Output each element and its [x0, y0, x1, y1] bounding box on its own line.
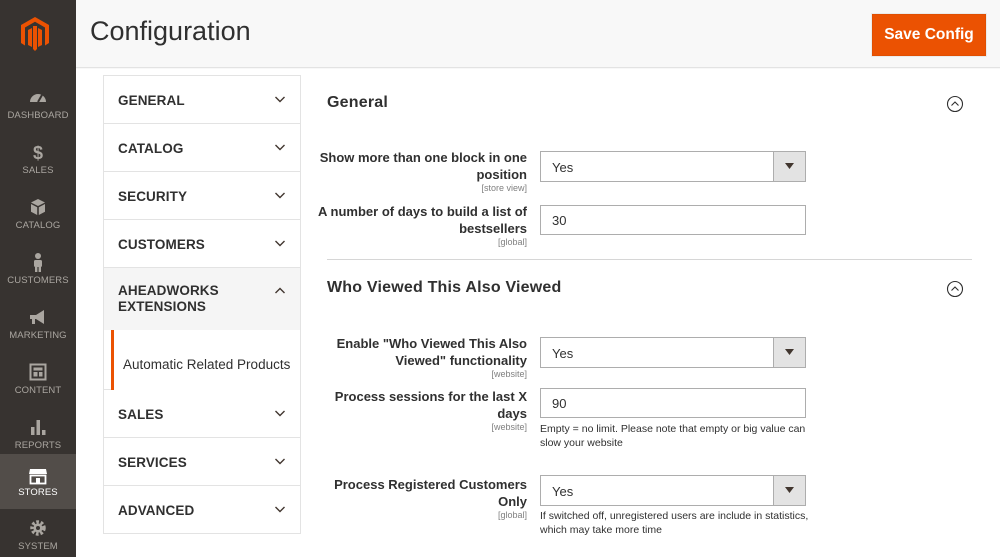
caret-down-icon	[785, 349, 794, 355]
menu-item-stores[interactable]: STORES	[0, 454, 76, 509]
menu-item-dashboard[interactable]: DASHBOARD	[0, 78, 76, 133]
tab-group-items: Automatic Related Products	[104, 330, 300, 390]
dollar-icon: $	[33, 143, 43, 162]
svg-text:$: $	[33, 143, 43, 162]
person-icon	[34, 253, 42, 272]
section-title: Who Viewed This Also Viewed	[327, 279, 562, 296]
select-toggle[interactable]	[773, 152, 805, 181]
tab-label: CUSTOMERS	[118, 237, 205, 252]
chevron-up-icon	[275, 287, 285, 294]
config-content: GENERAL CATALOG SECURITY CUSTOMERS AHEAD…	[76, 69, 1000, 557]
multi-block-select[interactable]: Yes	[540, 151, 806, 182]
field-label-text: A number of days to build a list of best…	[318, 204, 527, 236]
chevron-down-icon	[275, 410, 285, 417]
select-value: Yes	[552, 484, 574, 499]
layout-icon	[29, 363, 47, 381]
tab-label: SALES	[118, 407, 164, 422]
save-config-button[interactable]: Save Config	[872, 14, 986, 56]
scope-label: [website]	[491, 422, 527, 432]
menu-item-customers[interactable]: CUSTOMERS	[0, 243, 76, 298]
chevron-down-icon	[275, 240, 285, 247]
tab-label: SERVICES	[118, 455, 187, 470]
scope-label: [website]	[491, 369, 527, 379]
gear-icon	[30, 520, 46, 536]
collapse-icon[interactable]	[946, 280, 964, 298]
enable-wvav-label: Enable "Who Viewed This Also Viewed" fun…	[317, 335, 527, 380]
page-header: Configuration Save Config	[76, 0, 1000, 68]
select-toggle[interactable]	[773, 338, 805, 367]
menu-label: MARKETING	[9, 330, 67, 341]
tab-label: GENERAL	[118, 93, 185, 108]
sessions-days-label: Process sessions for the last X days [we…	[317, 388, 527, 433]
bestseller-days-input[interactable]	[540, 205, 806, 235]
tab-label: ADVANCED	[118, 503, 195, 518]
menu-label: DASHBOARD	[7, 110, 69, 121]
menu-item-sales[interactable]: $ SALES	[0, 133, 76, 188]
tab-sales[interactable]: SALES	[104, 390, 300, 438]
section-title: General	[327, 94, 388, 111]
chevron-down-icon	[275, 144, 285, 151]
field-label-text: Process sessions for the last X days	[334, 389, 527, 421]
tab-security[interactable]: SECURITY	[104, 172, 300, 220]
select-value: Yes	[552, 160, 574, 175]
field-label-text: Process Registered Customers Only	[334, 477, 527, 509]
menu-label: CATALOG	[15, 220, 61, 231]
tab-label: SECURITY	[118, 189, 188, 204]
select-value: Yes	[552, 346, 574, 361]
registered-only-label: Process Registered Customers Only [globa…	[317, 476, 527, 521]
caret-down-icon	[785, 487, 794, 493]
multi-block-label: Show more than one block in one position…	[317, 149, 527, 194]
tab-label: AHEADWORKS EXTENSIONS	[118, 283, 219, 314]
tab-automatic-related-products[interactable]: Automatic Related Products	[111, 330, 300, 390]
tab-general[interactable]: GENERAL	[104, 76, 300, 124]
section-wvav-header[interactable]: Who Viewed This Also Viewed	[327, 279, 972, 303]
tab-label: CATALOG	[118, 141, 184, 156]
admin-menu: DASHBOARD $ SALES CATALOG CUSTOMERS MARK…	[0, 0, 76, 557]
select-toggle[interactable]	[773, 476, 805, 505]
bestseller-days-label: A number of days to build a list of best…	[317, 203, 527, 248]
menu-item-catalog[interactable]: CATALOG	[0, 188, 76, 243]
section-general-header[interactable]: General	[327, 94, 972, 118]
menu-label: SYSTEM	[18, 541, 58, 552]
sessions-note: Empty = no limit. Please note that empty…	[540, 423, 806, 449]
tab-label: Automatic Related Products	[123, 357, 291, 372]
field-label-text: Enable "Who Viewed This Also Viewed" fun…	[336, 336, 527, 368]
menu-item-marketing[interactable]: MARKETING	[0, 298, 76, 353]
box-icon	[31, 199, 45, 215]
page-title: Configuration	[90, 16, 251, 46]
menu-item-content[interactable]: CONTENT	[0, 353, 76, 408]
collapse-icon[interactable]	[946, 95, 964, 113]
scope-label: [global]	[497, 237, 527, 247]
menu-label: STORES	[18, 487, 58, 498]
sessions-days-input[interactable]	[540, 388, 806, 418]
registered-only-select[interactable]: Yes	[540, 475, 806, 506]
bar-chart-icon	[31, 420, 46, 435]
enable-wvav-select[interactable]: Yes	[540, 337, 806, 368]
tab-aheadworks-extensions[interactable]: AHEADWORKS EXTENSIONS	[104, 268, 300, 330]
magento-logo-icon[interactable]	[20, 16, 50, 52]
menu-label: CUSTOMERS	[7, 275, 69, 286]
scope-label: [global]	[497, 510, 527, 520]
chevron-down-icon	[275, 192, 285, 199]
tab-services[interactable]: SERVICES	[104, 438, 300, 486]
tab-advanced[interactable]: ADVANCED	[104, 486, 300, 534]
chevron-down-icon	[275, 96, 285, 103]
chevron-down-icon	[275, 506, 285, 513]
field-label-text: Show more than one block in one position	[319, 150, 527, 182]
menu-label: SALES	[22, 165, 54, 176]
storefront-icon	[29, 469, 47, 485]
menu-label: REPORTS	[14, 440, 62, 451]
registered-only-note: If switched off, unregistered users are …	[540, 510, 809, 536]
chevron-down-icon	[275, 458, 285, 465]
tab-catalog[interactable]: CATALOG	[104, 124, 300, 172]
scope-label: [store view]	[481, 183, 527, 193]
menu-item-system[interactable]: SYSTEM	[0, 509, 76, 557]
tab-customers[interactable]: CUSTOMERS	[104, 220, 300, 268]
config-tabs: GENERAL CATALOG SECURITY CUSTOMERS AHEAD…	[103, 75, 301, 534]
caret-down-icon	[785, 163, 794, 169]
dashboard-icon	[30, 94, 46, 103]
section-divider	[327, 259, 972, 260]
megaphone-icon	[30, 310, 44, 324]
menu-label: CONTENT	[14, 385, 62, 396]
